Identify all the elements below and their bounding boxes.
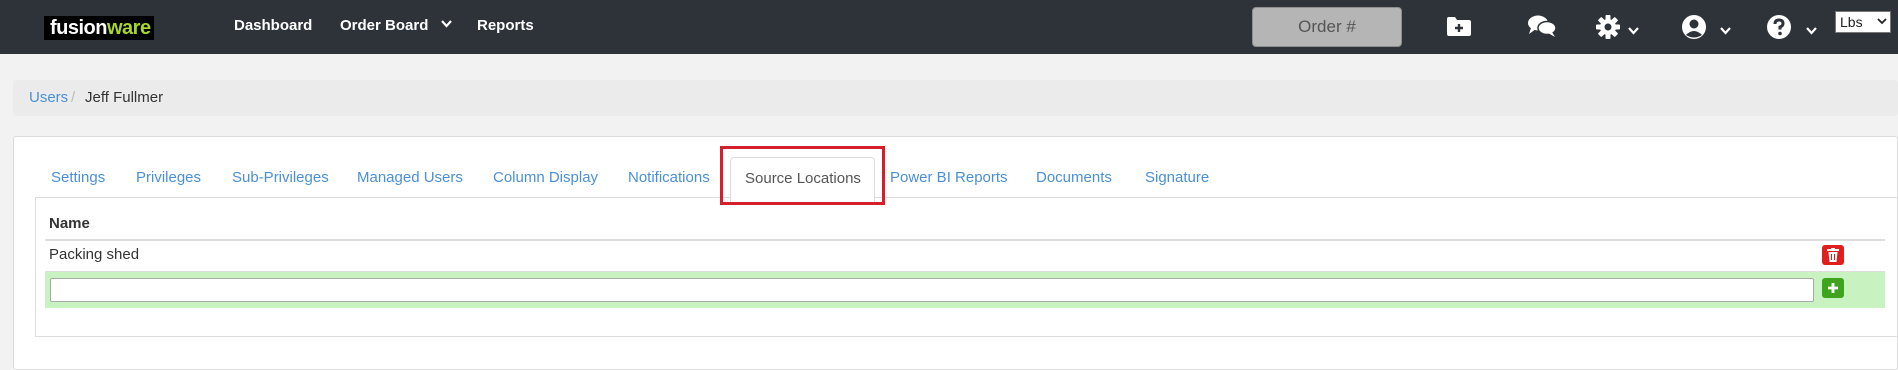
- breadcrumb-separator: /: [71, 89, 76, 106]
- tab-power-bi-reports[interactable]: Power BI Reports: [890, 169, 1008, 186]
- units-select[interactable]: Lbs: [1835, 11, 1891, 33]
- chevron-down-icon[interactable]: [1628, 27, 1639, 35]
- add-location-row: [45, 272, 1885, 308]
- tab-sub-privileges[interactable]: Sub-Privileges: [232, 169, 329, 186]
- nav-order-board[interactable]: Order Board: [340, 17, 428, 34]
- fusionware-logo[interactable]: fusionware: [44, 16, 154, 40]
- chevron-down-icon[interactable]: [1806, 27, 1817, 35]
- tab-settings[interactable]: Settings: [51, 169, 105, 186]
- chevron-down-icon[interactable]: [1720, 27, 1731, 35]
- nav-reports[interactable]: Reports: [477, 17, 534, 34]
- tab-documents[interactable]: Documents: [1036, 169, 1112, 186]
- tab-notifications[interactable]: Notifications: [628, 169, 710, 186]
- tab-managed-users[interactable]: Managed Users: [357, 169, 463, 186]
- chevron-down-icon[interactable]: [441, 20, 452, 28]
- order-number-input[interactable]: Order #: [1252, 7, 1402, 47]
- tab-column-display[interactable]: Column Display: [493, 169, 598, 186]
- breadcrumb-current: Jeff Fullmer: [85, 89, 164, 106]
- chevron-down-icon: [1877, 18, 1887, 25]
- tab-privileges[interactable]: Privileges: [136, 169, 201, 186]
- table-row: Packing shed: [49, 246, 140, 263]
- breadcrumb: Users / Jeff Fullmer: [13, 80, 1898, 116]
- user-panel: Settings Privileges Sub-Privileges Manag…: [13, 136, 1898, 370]
- delete-button[interactable]: [1822, 245, 1844, 265]
- add-folder-icon[interactable]: [1446, 16, 1472, 37]
- units-select-value: Lbs: [1840, 14, 1863, 30]
- column-header-name: Name: [49, 215, 90, 232]
- tab-content: [35, 197, 1898, 337]
- top-navbar: fusionware Dashboard Order Board Reports…: [0, 0, 1898, 54]
- tab-signature[interactable]: Signature: [1145, 169, 1209, 186]
- plus-icon: [1828, 283, 1838, 293]
- trash-icon: [1827, 248, 1839, 262]
- help-icon[interactable]: [1766, 14, 1792, 40]
- header-divider: [45, 239, 1885, 241]
- breadcrumb-users-link[interactable]: Users: [29, 89, 68, 106]
- new-location-input[interactable]: [50, 278, 1814, 302]
- add-button[interactable]: [1822, 278, 1844, 298]
- chat-icon[interactable]: [1527, 14, 1557, 38]
- nav-dashboard[interactable]: Dashboard: [234, 17, 312, 34]
- gear-icon[interactable]: [1595, 14, 1621, 40]
- user-icon[interactable]: [1681, 14, 1707, 40]
